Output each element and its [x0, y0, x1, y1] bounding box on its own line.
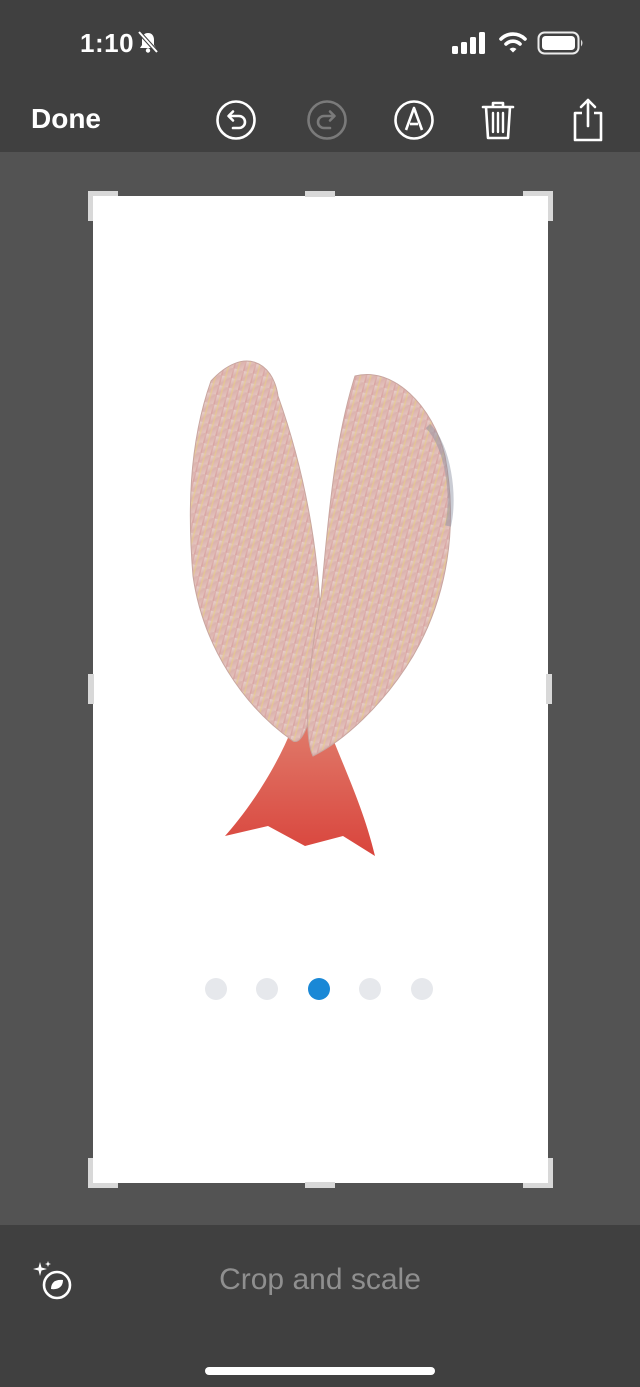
page-dot — [256, 978, 278, 1000]
home-indicator[interactable] — [205, 1367, 435, 1375]
editor-toolbar: Done — [0, 88, 640, 152]
trash-icon[interactable] — [474, 96, 522, 144]
page-dot — [411, 978, 433, 1000]
status-time: 1:10 — [80, 28, 135, 58]
undo-icon[interactable] — [212, 96, 260, 144]
crop-and-scale-label: Crop and scale — [219, 1263, 421, 1296]
bell-slash-icon — [137, 30, 159, 59]
crop-handle-top-right[interactable] — [523, 191, 553, 221]
markup-icon[interactable] — [390, 96, 438, 144]
crop-handle-top[interactable] — [305, 191, 335, 197]
fish-image — [189, 360, 454, 856]
cellular-signal-icon — [452, 32, 488, 59]
battery-icon — [537, 31, 585, 60]
page-dot — [205, 978, 227, 1000]
crop-handle-top-left[interactable] — [88, 191, 118, 221]
done-button[interactable]: Done — [31, 103, 101, 135]
page-indicator — [93, 978, 548, 1000]
crop-canvas[interactable] — [0, 152, 640, 1225]
wifi-icon — [499, 31, 527, 58]
crop-handle-left[interactable] — [88, 674, 94, 704]
page-dot — [359, 978, 381, 1000]
crop-handle-bottom-right[interactable] — [523, 1158, 553, 1188]
screenshot-page — [93, 196, 548, 1183]
status-bar: 1:10 — [0, 0, 640, 88]
crop-handle-bottom-left[interactable] — [88, 1158, 118, 1188]
page-dot-active — [308, 978, 330, 1000]
crop-handle-bottom[interactable] — [305, 1182, 335, 1188]
bottom-bar: Crop and scale — [0, 1225, 640, 1387]
redo-icon[interactable] — [303, 96, 351, 144]
share-icon[interactable] — [564, 96, 612, 144]
crop-handle-right[interactable] — [546, 674, 552, 704]
